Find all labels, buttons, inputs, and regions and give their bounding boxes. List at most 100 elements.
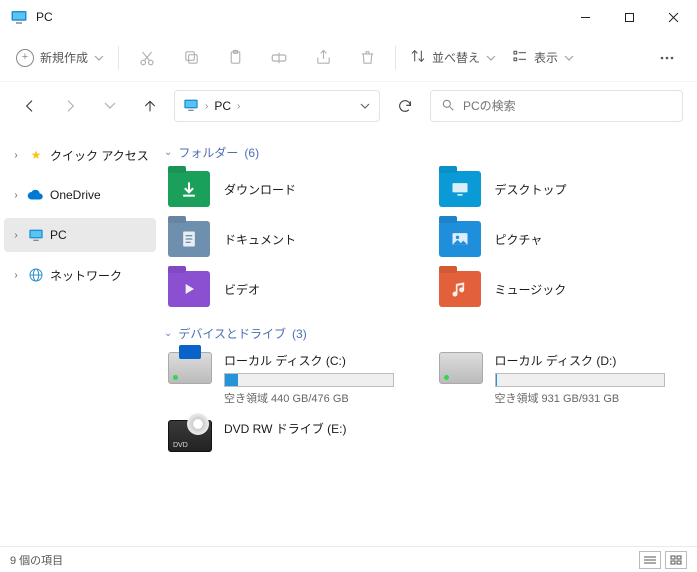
chevron-right-icon[interactable]: › — [10, 270, 22, 281]
capacity-bar — [495, 373, 665, 387]
group-count: (6) — [244, 146, 259, 160]
chevron-right-icon[interactable]: › — [237, 101, 240, 112]
group-count: (3) — [292, 327, 307, 341]
chevron-right-icon[interactable]: › — [10, 190, 22, 201]
drive-item[interactable]: ローカル ディスク (C:) 空き領域 440 GB/476 GB — [164, 348, 417, 410]
plus-icon: + — [16, 49, 34, 67]
sidebar-item-label: OneDrive — [50, 188, 101, 202]
folder-item[interactable]: ピクチャ — [435, 217, 688, 261]
folder-label: ビデオ — [224, 281, 260, 298]
command-bar: + 新規作成 並べ替え 表示 — [0, 34, 697, 82]
layout-icon — [512, 48, 528, 67]
folder-item[interactable]: ドキュメント — [164, 217, 417, 261]
search-icon — [441, 98, 455, 115]
group-title: デバイスとドライブ — [178, 325, 286, 342]
new-button[interactable]: + 新規作成 — [10, 40, 110, 76]
share-button[interactable] — [303, 40, 343, 76]
pc-icon — [27, 226, 45, 244]
close-button[interactable] — [651, 2, 695, 32]
address-bar[interactable]: › PC › — [174, 90, 380, 122]
chevron-right-icon[interactable]: › — [10, 150, 22, 161]
dvd-drive-icon — [168, 420, 212, 452]
search-input[interactable] — [463, 99, 672, 113]
group-title: フォルダー — [178, 144, 238, 161]
drive-name: ローカル ディスク (C:) — [224, 352, 413, 369]
forward-button[interactable] — [54, 90, 86, 122]
address-dropdown[interactable] — [357, 101, 373, 111]
folder-label: ドキュメント — [224, 231, 296, 248]
chevron-down-icon — [94, 53, 104, 63]
sidebar-item-label: ネットワーク — [50, 267, 122, 284]
drive-capacity: 空き領域 440 GB/476 GB — [224, 390, 413, 406]
disk-drive-icon — [168, 352, 212, 384]
drive-item[interactable]: ローカル ディスク (D:) 空き領域 931 GB/931 GB — [435, 348, 688, 410]
sort-button[interactable]: 並べ替え — [404, 40, 502, 76]
folder-label: ダウンロード — [224, 181, 296, 198]
folder-item[interactable]: ミュージック — [435, 267, 688, 311]
chevron-right-icon[interactable]: › — [205, 101, 208, 112]
sort-icon — [410, 48, 426, 67]
group-header-drives[interactable]: ⌄ デバイスとドライブ (3) — [164, 325, 687, 342]
sidebar-item-onedrive[interactable]: › OneDrive — [4, 178, 156, 212]
folder-item[interactable]: ダウンロード — [164, 167, 417, 211]
cut-button[interactable] — [127, 40, 167, 76]
view-button[interactable]: 表示 — [506, 40, 580, 76]
title-bar: PC — [0, 0, 697, 34]
folder-icon — [168, 171, 210, 207]
star-icon: ★ — [27, 146, 45, 164]
drive-capacity: 空き領域 931 GB/931 GB — [495, 390, 684, 406]
pc-icon — [183, 97, 199, 116]
more-button[interactable] — [647, 40, 687, 76]
status-bar: 9 個の項目 — [0, 546, 697, 572]
folder-label: ピクチャ — [495, 231, 543, 248]
chevron-down-icon — [486, 53, 496, 63]
folder-label: デスクトップ — [495, 181, 567, 198]
folder-item[interactable]: ビデオ — [164, 267, 417, 311]
folder-icon — [439, 221, 481, 257]
network-icon — [27, 266, 45, 284]
folder-item[interactable]: デスクトップ — [435, 167, 688, 211]
folder-icon — [439, 171, 481, 207]
chevron-down-icon: ⌄ — [164, 147, 172, 158]
folder-icon — [168, 221, 210, 257]
refresh-button[interactable] — [388, 90, 422, 122]
folder-icon — [168, 271, 210, 307]
drive-name: ローカル ディスク (D:) — [495, 352, 684, 369]
folder-icon — [439, 271, 481, 307]
sidebar-item-quick-access[interactable]: › ★ クイック アクセス — [4, 138, 156, 172]
disk-drive-icon — [439, 352, 483, 384]
pc-icon — [10, 8, 28, 26]
maximize-button[interactable] — [607, 2, 651, 32]
navigation-row: › PC › — [0, 82, 697, 130]
delete-button[interactable] — [347, 40, 387, 76]
view-button-label: 表示 — [534, 49, 558, 66]
copy-button[interactable] — [171, 40, 211, 76]
sort-button-label: 並べ替え — [432, 49, 480, 66]
breadcrumb[interactable]: PC — [214, 99, 231, 113]
sidebar-item-label: クイック アクセス — [50, 147, 149, 164]
paste-button[interactable] — [215, 40, 255, 76]
large-icons-view-button[interactable] — [665, 551, 687, 569]
back-button[interactable] — [14, 90, 46, 122]
drive-item[interactable]: DVD RW ドライブ (E:) — [164, 416, 417, 456]
group-header-folders[interactable]: ⌄ フォルダー (6) — [164, 144, 687, 161]
recent-button[interactable] — [94, 90, 126, 122]
minimize-button[interactable] — [563, 2, 607, 32]
rename-button[interactable] — [259, 40, 299, 76]
chevron-right-icon[interactable]: › — [10, 230, 22, 241]
sidebar-item-pc[interactable]: › PC — [4, 218, 156, 252]
chevron-down-icon — [564, 53, 574, 63]
up-button[interactable] — [134, 90, 166, 122]
search-box[interactable] — [430, 90, 683, 122]
sidebar-item-label: PC — [50, 228, 67, 242]
capacity-bar — [224, 373, 394, 387]
new-button-label: 新規作成 — [40, 49, 88, 66]
status-text: 9 個の項目 — [10, 552, 63, 568]
cloud-icon — [27, 186, 45, 204]
drive-name: DVD RW ドライブ (E:) — [224, 420, 413, 437]
content-pane: ⌄ フォルダー (6) ダウンロード デスクトップドキュメント ピクチャビデオ ミュー… — [160, 130, 697, 546]
ellipsis-icon — [659, 50, 675, 66]
navigation-pane: › ★ クイック アクセス › OneDrive › PC › ネットワーク — [0, 130, 160, 546]
sidebar-item-network[interactable]: › ネットワーク — [4, 258, 156, 292]
details-view-button[interactable] — [639, 551, 661, 569]
